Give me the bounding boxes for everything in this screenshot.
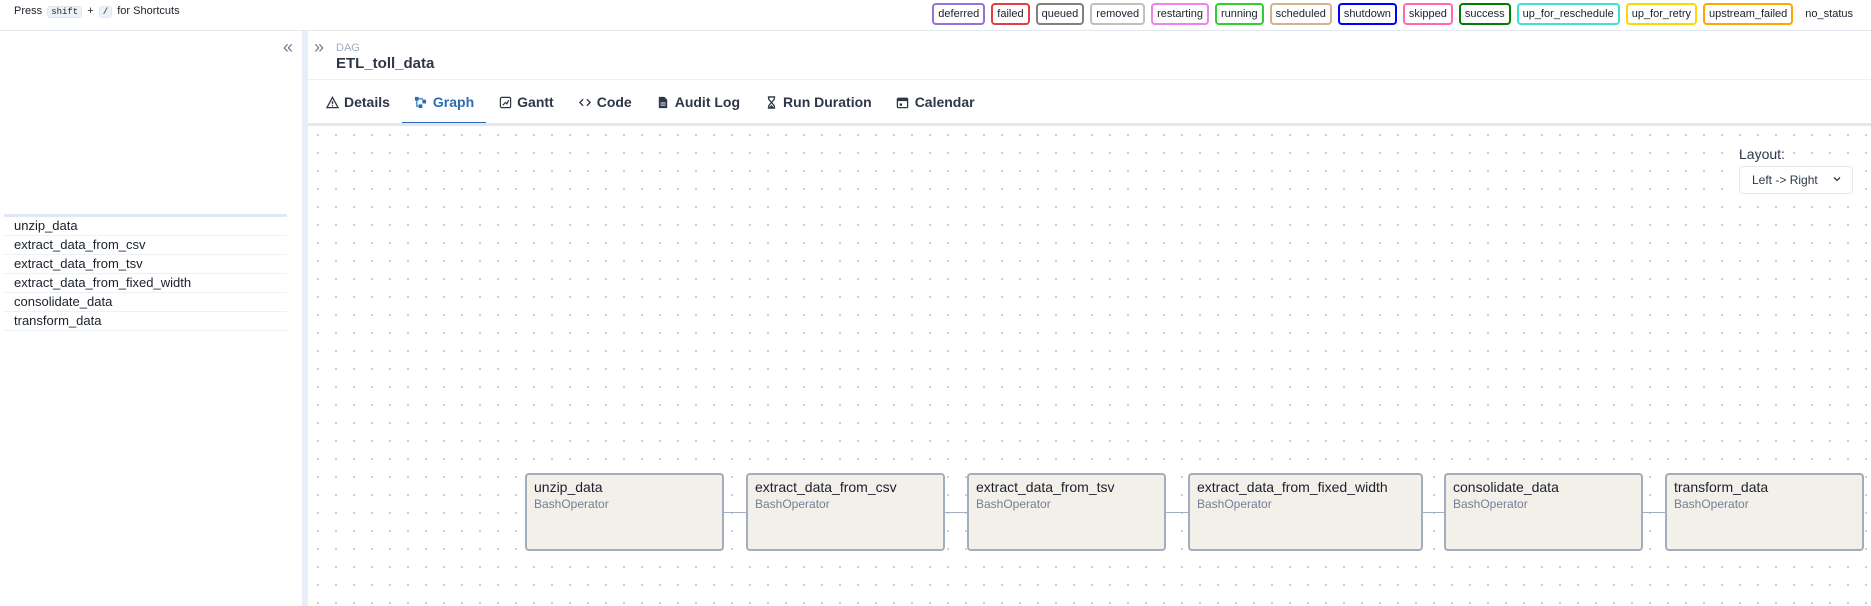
slash-key: / <box>98 6 113 18</box>
shortcut-plus: + <box>87 5 94 17</box>
tab-audit-log-label: Audit Log <box>674 94 741 110</box>
edge-fixed-width-to-consolidate <box>1421 512 1444 513</box>
task-row-consolidate-data[interactable]: consolidate_data <box>4 293 287 312</box>
shortcut-suffix: for Shortcuts <box>117 5 180 17</box>
hourglass-icon <box>764 95 778 109</box>
task-row-unzip-data[interactable]: unzip_data <box>4 217 287 236</box>
chevron-down-icon <box>1832 173 1842 187</box>
warning-icon <box>325 95 339 109</box>
shift-key: shift <box>47 6 83 18</box>
layout-select-value: Left -> Right <box>1752 173 1818 187</box>
dag-title: ETL_toll_data <box>336 55 435 72</box>
legend-restarting[interactable]: restarting <box>1151 3 1209 25</box>
edge-tsv-to-fixed-width <box>1165 512 1188 513</box>
node-title: consolidate_data <box>1453 479 1559 495</box>
document-icon <box>656 95 670 109</box>
layout-label: Layout: <box>1739 146 1785 162</box>
tab-audit-log[interactable]: Audit Log <box>644 82 752 122</box>
tab-run-duration[interactable]: Run Duration <box>752 82 884 122</box>
tab-calendar[interactable]: Calendar <box>884 82 987 122</box>
tab-graph[interactable]: Graph <box>401 82 487 124</box>
legend-shutdown[interactable]: shutdown <box>1337 3 1397 25</box>
tab-graph-label: Graph <box>432 94 475 110</box>
tab-gantt-label: Gantt <box>517 94 554 110</box>
node-operator: BashOperator <box>976 497 1051 511</box>
node-title: extract_data_from_tsv <box>976 479 1115 495</box>
tab-details[interactable]: Details <box>313 82 402 122</box>
node-operator: BashOperator <box>1453 497 1528 511</box>
task-row-extract-data-from-csv[interactable]: extract_data_from_csv <box>4 236 287 255</box>
graph-node-extract-data-from-tsv[interactable]: extract_data_from_tsv BashOperator <box>967 473 1166 551</box>
node-title: unzip_data <box>534 479 603 495</box>
expand-panel-icon[interactable]: » <box>314 37 324 58</box>
tab-details-label: Details <box>344 94 390 110</box>
node-title: extract_data_from_csv <box>755 479 897 495</box>
task-row-extract-data-from-tsv[interactable]: extract_data_from_tsv <box>4 255 287 274</box>
task-list: unzip_data extract_data_from_csv extract… <box>4 214 287 331</box>
layout-select[interactable]: Left -> Right <box>1739 166 1853 194</box>
panel-resize-divider[interactable] <box>302 31 308 606</box>
shortcut-press: Press <box>14 5 43 17</box>
legend-skipped[interactable]: skipped <box>1402 3 1453 25</box>
node-operator: BashOperator <box>534 497 609 511</box>
graph-icon <box>414 95 428 109</box>
task-row-extract-data-from-fixed-width[interactable]: extract_data_from_fixed_width <box>4 274 287 293</box>
legend-upstream-failed[interactable]: upstream_failed <box>1703 3 1794 25</box>
collapse-panel-icon[interactable]: « <box>283 37 293 58</box>
dag-label: DAG <box>336 42 360 54</box>
legend-queued[interactable]: queued <box>1035 3 1085 25</box>
shortcut-hint: Press shift + / for Shortcuts <box>14 5 180 18</box>
legend-running[interactable]: running <box>1214 3 1264 25</box>
legend-scheduled[interactable]: scheduled <box>1269 3 1332 25</box>
legend-up-for-reschedule[interactable]: up_for_reschedule <box>1516 3 1620 25</box>
dag-tabs: Details Graph Gantt Code Audit Log Run D… <box>313 82 987 124</box>
node-title: transform_data <box>1674 479 1769 495</box>
node-operator: BashOperator <box>1197 497 1272 511</box>
top-bar: Press shift + / for Shortcuts deferred f… <box>0 0 1871 31</box>
edge-consolidate-to-transform <box>1642 512 1665 513</box>
edge-csv-to-tsv <box>944 512 967 513</box>
tab-run-duration-label: Run Duration <box>783 94 872 110</box>
legend-removed[interactable]: removed <box>1090 3 1146 25</box>
calendar-icon <box>896 95 910 109</box>
legend-success[interactable]: success <box>1458 3 1511 25</box>
header-divider <box>308 79 1871 80</box>
legend-up-for-retry[interactable]: up_for_retry <box>1625 3 1698 25</box>
gantt-icon <box>498 95 512 109</box>
tab-code-label: Code <box>596 94 632 110</box>
graph-node-extract-data-from-fixed-width[interactable]: extract_data_from_fixed_width BashOperat… <box>1188 473 1423 551</box>
tab-code[interactable]: Code <box>566 82 644 122</box>
edge-unzip-to-csv <box>723 512 746 513</box>
graph-node-unzip-data[interactable]: unzip_data BashOperator <box>525 473 724 551</box>
legend-deferred[interactable]: deferred <box>932 3 986 25</box>
state-legend: deferred failed queued removed restartin… <box>932 3 1859 25</box>
tab-calendar-label: Calendar <box>914 94 975 110</box>
task-row-transform-data[interactable]: transform_data <box>4 312 287 331</box>
node-operator: BashOperator <box>1674 497 1749 511</box>
legend-failed[interactable]: failed <box>991 3 1030 25</box>
legend-no-status[interactable]: no_status <box>1799 3 1859 25</box>
graph-node-extract-data-from-csv[interactable]: extract_data_from_csv BashOperator <box>746 473 945 551</box>
tab-gantt[interactable]: Gantt <box>486 82 566 122</box>
node-operator: BashOperator <box>755 497 830 511</box>
node-title: extract_data_from_fixed_width <box>1197 479 1388 495</box>
code-icon <box>578 95 592 109</box>
graph-node-consolidate-data[interactable]: consolidate_data BashOperator <box>1444 473 1643 551</box>
task-tree-panel: « unzip_data extract_data_from_csv extra… <box>0 31 302 606</box>
graph-node-transform-data[interactable]: transform_data BashOperator <box>1665 473 1864 551</box>
